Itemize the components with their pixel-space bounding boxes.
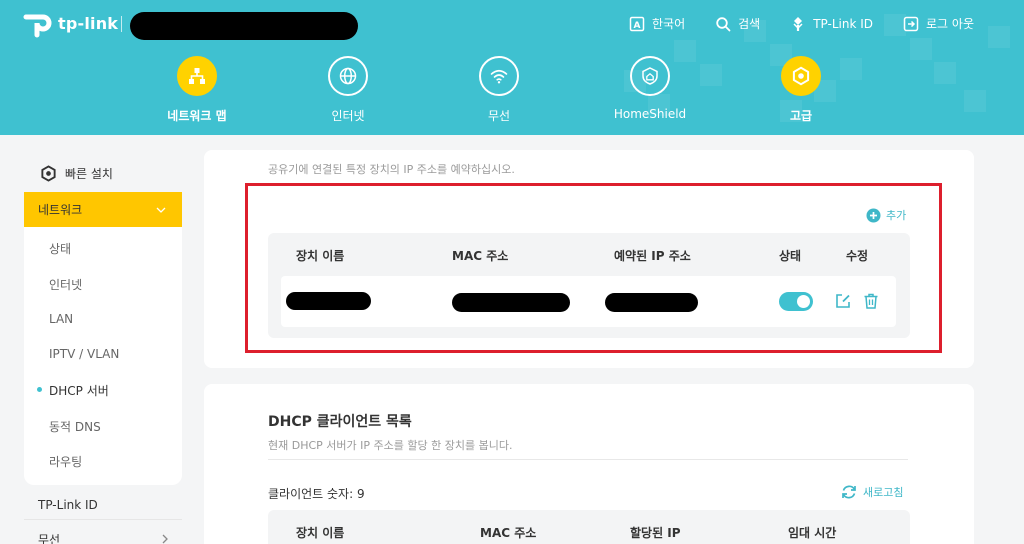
quick-setup-icon	[41, 165, 56, 182]
col-reserved-ip: 예약된 IP 주소	[614, 249, 691, 263]
network-map-icon	[189, 68, 205, 84]
sidebar: 빠른 설치 네트워크 상태 인터넷 LAN IPTV / VLAN DHCP 서…	[24, 135, 182, 544]
client-list-divider	[268, 459, 908, 460]
language-link[interactable]: A 한국어	[629, 15, 685, 32]
header: tp-link A 한국어 검색 TP-Link ID 로그 아웃 네트워크 맵	[0, 0, 1024, 135]
tplink-id-icon	[793, 16, 803, 31]
refresh-button[interactable]: 새로고침	[840, 483, 903, 501]
nav-advanced[interactable]: 고급	[741, 56, 861, 124]
nav-homeshield-label: HomeShield	[613, 107, 687, 121]
nav-wireless-circle	[479, 56, 519, 96]
nav-internet[interactable]: 인터넷	[288, 56, 408, 124]
nav-homeshield[interactable]: HomeShield	[590, 56, 710, 121]
nav-advanced-label: 고급	[789, 109, 813, 123]
tplink-id-label: TP-Link ID	[813, 16, 874, 31]
client-count: 클라이언트 숫자: 9	[268, 487, 365, 501]
active-indicator-dot	[37, 387, 42, 392]
sidebar-network-group: 네트워크 상태 인터넷 LAN IPTV / VLAN DHCP 서버 동적 D…	[24, 192, 182, 485]
redacted-mac-cell	[452, 293, 570, 312]
client-table: 장치 이름 MAC 주소 할당된 IP 임대 시간	[268, 510, 910, 544]
homeshield-icon	[642, 67, 658, 85]
nav-homeshield-circle	[630, 56, 670, 96]
sidebar-network-label: 네트워크	[38, 203, 83, 217]
col-lease-time: 임대 시간	[788, 526, 837, 540]
sidebar-sub-dhcp-server[interactable]: DHCP 서버	[37, 382, 109, 399]
logout-icon	[903, 16, 919, 31]
quick-setup-label: 빠른 설치	[65, 167, 113, 181]
col-edit: 수정	[846, 249, 869, 263]
sidebar-divider	[24, 519, 182, 520]
sidebar-quick-setup[interactable]: 빠른 설치	[40, 165, 113, 182]
wifi-icon	[490, 69, 508, 84]
add-reservation-label: 추가	[886, 209, 907, 222]
logout-link[interactable]: 로그 아웃	[903, 15, 974, 32]
col-device-name: 장치 이름	[296, 526, 345, 540]
sidebar-item-network[interactable]: 네트워크	[24, 192, 182, 227]
tplink-logo[interactable]: tp-link	[22, 8, 118, 38]
status-toggle[interactable]	[779, 292, 813, 311]
sidebar-sub-dhcp-server-label: DHCP 서버	[49, 384, 109, 398]
search-icon	[716, 16, 731, 31]
nav-network-map-label: 네트워크 맵	[167, 109, 227, 123]
logo-separator	[121, 16, 122, 32]
col-mac-address: MAC 주소	[480, 526, 537, 540]
redacted-device-name	[130, 12, 358, 40]
plus-circle-icon	[866, 208, 881, 222]
redacted-ip-cell	[605, 293, 698, 312]
svg-text:A: A	[634, 21, 641, 31]
col-status: 상태	[779, 249, 802, 263]
col-mac-address: MAC 주소	[452, 249, 509, 263]
nav-advanced-circle	[781, 56, 821, 96]
main-nav: 네트워크 맵 인터넷 무선 HomeShield 고급	[0, 56, 1024, 126]
nav-network-map-circle	[177, 56, 217, 96]
nav-internet-label: 인터넷	[331, 109, 365, 123]
refresh-label: 새로고침	[863, 486, 904, 499]
search-link[interactable]: 검색	[715, 15, 760, 32]
client-list-title: DHCP 클라이언트 목록	[268, 414, 412, 430]
edit-icon[interactable]	[834, 292, 852, 310]
sidebar-sub-status[interactable]: 상태	[49, 240, 71, 257]
col-assigned-ip: 할당된 IP	[630, 526, 681, 540]
top-links: A 한국어 검색 TP-Link ID 로그 아웃	[629, 15, 974, 32]
sidebar-wireless-label: 무선	[38, 533, 61, 544]
sidebar-item-wireless[interactable]: 무선	[38, 531, 168, 544]
gear-icon	[792, 66, 810, 86]
nav-internet-circle	[328, 56, 368, 96]
redacted-device-name-cell	[286, 292, 371, 310]
sidebar-sub-routing[interactable]: 라우팅	[49, 453, 82, 470]
chevron-down-icon	[156, 207, 166, 213]
col-device-name: 장치 이름	[296, 249, 345, 263]
sidebar-sub-iptv-vlan[interactable]: IPTV / VLAN	[49, 347, 119, 361]
toggle-knob	[797, 295, 810, 308]
add-reservation-button[interactable]: 추가	[866, 207, 906, 223]
sidebar-item-tplink-id[interactable]: TP-Link ID	[38, 498, 98, 512]
reservation-table: 장치 이름 MAC 주소 예약된 IP 주소 상태 수정	[268, 233, 910, 338]
nav-wireless-label: 무선	[487, 109, 511, 123]
sidebar-sub-internet[interactable]: 인터넷	[49, 276, 82, 293]
nav-network-map[interactable]: 네트워크 맵	[137, 56, 257, 124]
brand-name: tp-link	[58, 13, 119, 33]
chevron-right-icon	[162, 534, 168, 544]
language-icon: A	[629, 16, 645, 31]
language-label: 한국어	[651, 17, 686, 31]
nav-wireless[interactable]: 무선	[439, 56, 559, 124]
trash-icon[interactable]	[862, 292, 880, 310]
client-list-description: 현재 DHCP 서버가 IP 주소를 할당 한 장치를 봅니다.	[268, 439, 513, 452]
search-label: 검색	[738, 17, 761, 31]
globe-icon	[339, 67, 357, 85]
reservation-description: 공유기에 연결된 특정 장치의 IP 주소를 예약하십시오.	[268, 163, 515, 176]
tplink-logo-icon	[23, 14, 52, 38]
sidebar-sub-lan[interactable]: LAN	[49, 312, 73, 326]
refresh-icon	[842, 485, 856, 499]
tplink-id-link[interactable]: TP-Link ID	[790, 15, 873, 32]
sidebar-sub-dynamic-dns[interactable]: 동적 DNS	[49, 418, 101, 435]
logout-label: 로그 아웃	[926, 17, 974, 31]
